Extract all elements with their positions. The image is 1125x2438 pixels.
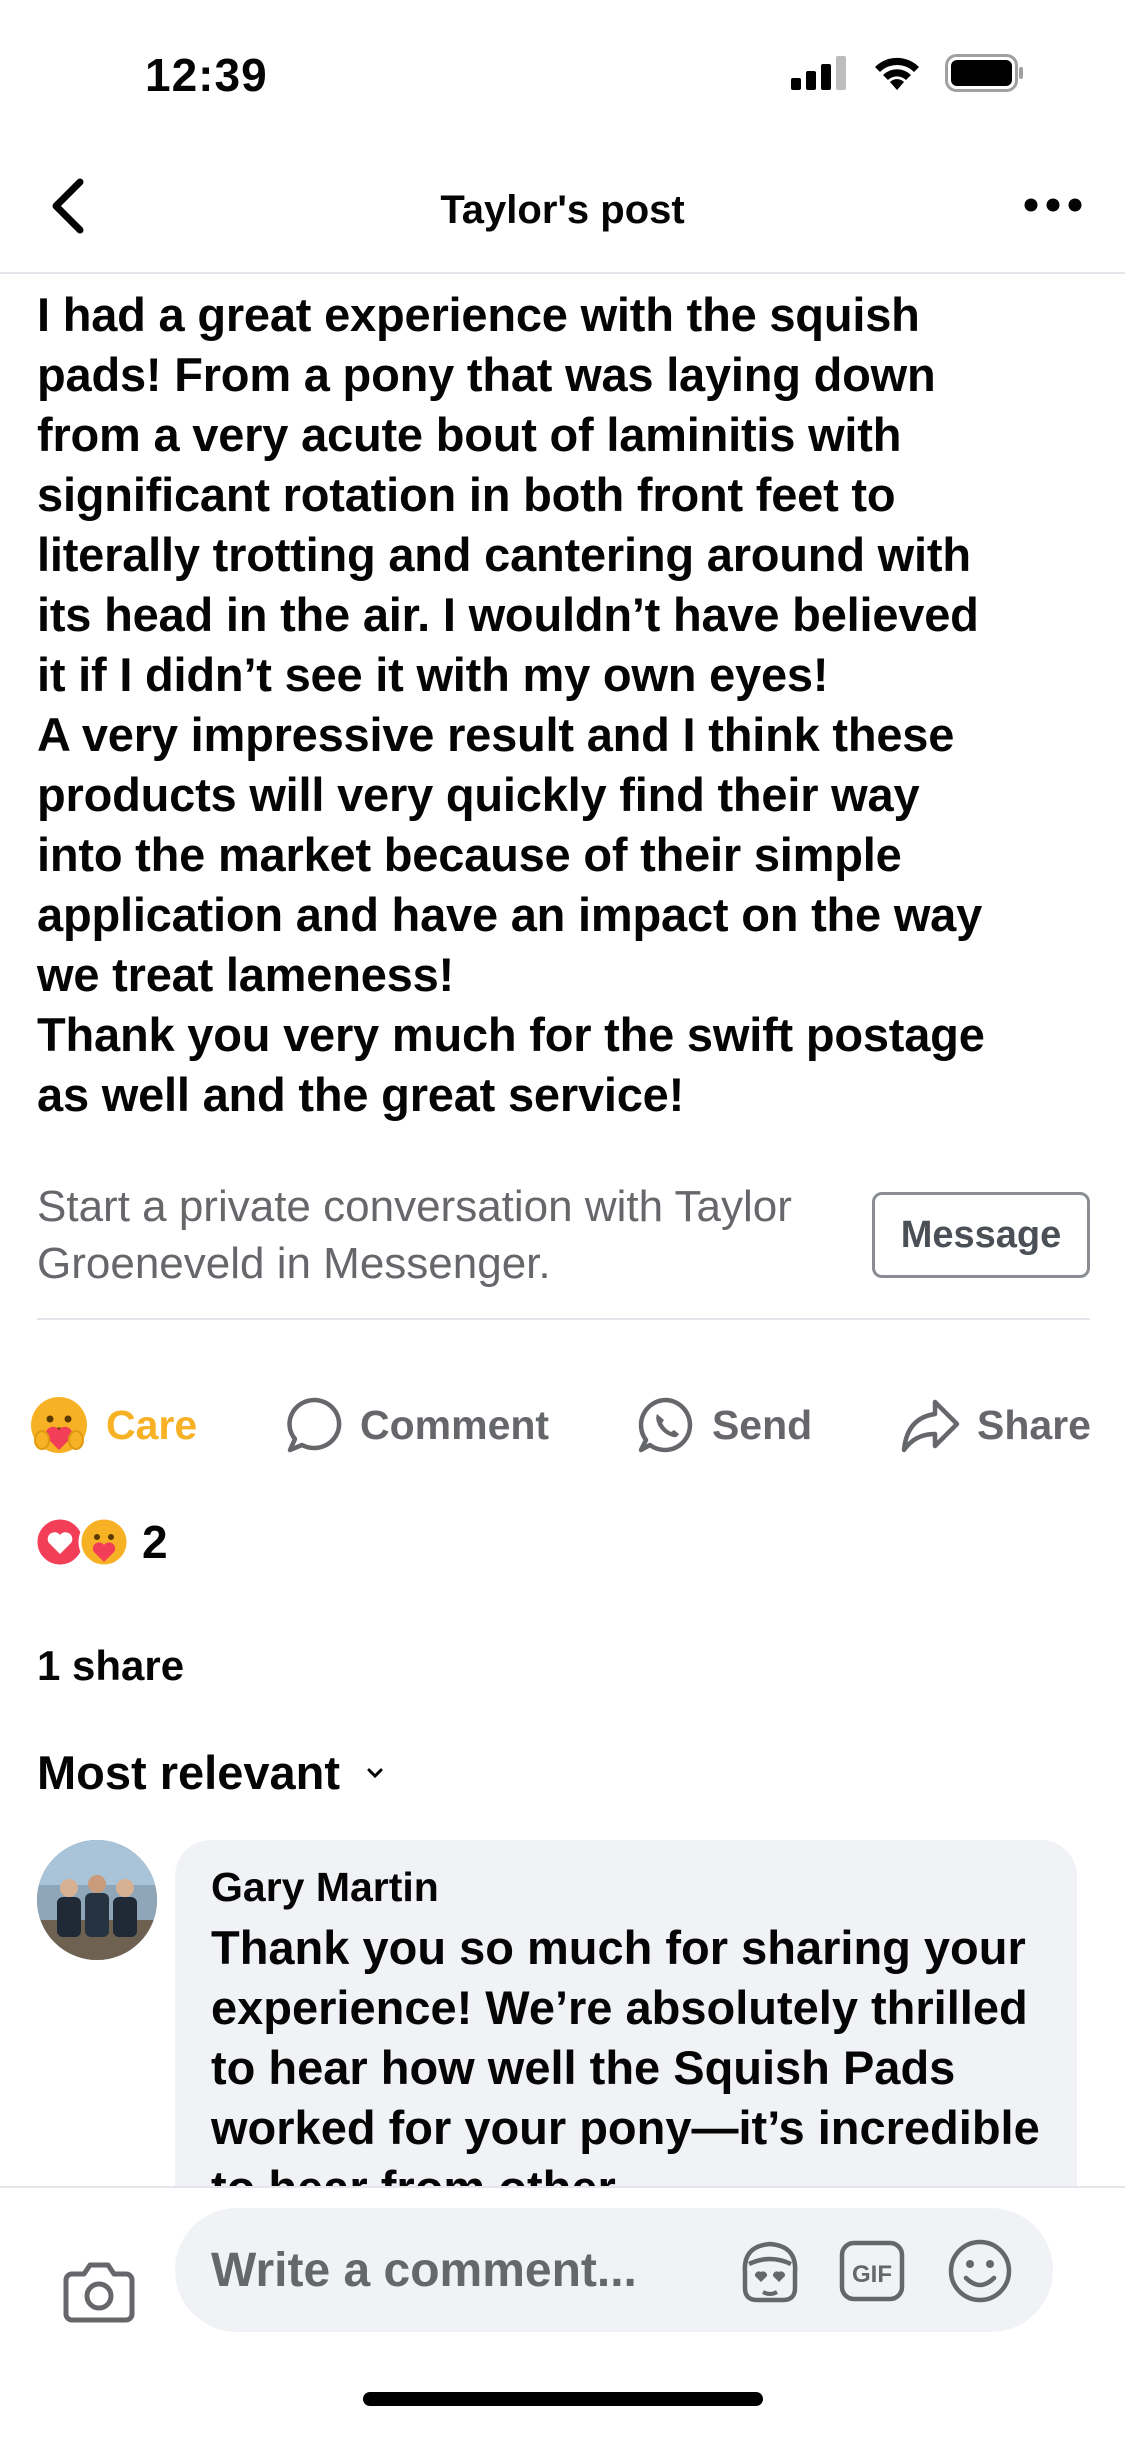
comment-text: Thank you so much for sharing your exper…: [211, 1921, 1040, 2214]
private-conversation-text: Start a private conversation with Taylor…: [37, 1182, 792, 1288]
share-label: Share: [977, 1401, 1091, 1448]
share-arrow-icon: [901, 1399, 960, 1453]
status-icons: [791, 54, 1025, 92]
page-title: Taylor's post: [440, 188, 685, 232]
post-text: I had a great experience with the squish…: [37, 288, 985, 1121]
care-reaction-icon: [78, 1516, 130, 1568]
send-label: Send: [711, 1401, 813, 1448]
comment-bubble-icon: [287, 1397, 342, 1453]
sort-label: Most relevant: [37, 1746, 340, 1799]
share-count[interactable]: 1 share: [37, 1642, 184, 1690]
status-bar: 12:39: [0, 0, 1125, 150]
more-options-button[interactable]: [1023, 190, 1083, 220]
svg-text:GIF: GIF: [852, 2261, 892, 2288]
profile-photo-icon: [37, 1840, 157, 1960]
avatar-sticker-icon[interactable]: [735, 2238, 805, 2304]
gif-icon[interactable]: GIF: [837, 2238, 907, 2304]
battery-icon: [945, 54, 1023, 92]
avatar[interactable]: [37, 1840, 157, 1960]
chevron-down-icon: [367, 1768, 383, 1778]
care-emoji-icon: [31, 1397, 87, 1453]
reaction-summary[interactable]: 2: [34, 1515, 168, 1569]
more-horizontal-icon: [1024, 198, 1082, 212]
send-button[interactable]: Send: [636, 1395, 812, 1455]
comment-sort-dropdown[interactable]: Most relevant: [37, 1745, 384, 1800]
message-button[interactable]: Message: [872, 1192, 1090, 1278]
care-reaction-button[interactable]: Care: [28, 1394, 197, 1456]
cellular-signal-icon: [791, 56, 846, 90]
comment-label: Comment: [360, 1401, 550, 1448]
whatsapp-icon: [638, 1397, 693, 1453]
comment-author[interactable]: Gary Martin: [211, 1864, 439, 1911]
wifi-icon: [875, 57, 919, 90]
comment-input[interactable]: [211, 2208, 731, 2332]
comment-button[interactable]: Comment: [284, 1395, 549, 1455]
status-time: 12:39: [145, 49, 268, 101]
private-conversation-row: Start a private conversation with Taylor…: [37, 1178, 1090, 1320]
home-indicator[interactable]: [363, 2392, 763, 2406]
share-button[interactable]: Share: [899, 1396, 1091, 1454]
camera-icon: [63, 2262, 135, 2323]
camera-button[interactable]: [62, 2260, 136, 2324]
reaction-count: 2: [142, 1516, 168, 1568]
post-action-bar: Care Comment Send Share: [28, 1390, 1091, 1460]
emoji-icon[interactable]: [945, 2238, 1015, 2304]
comment-input-field[interactable]: GIF: [175, 2208, 1053, 2332]
care-label: Care: [106, 1401, 198, 1448]
post-header: Taylor's post: [0, 150, 1125, 274]
